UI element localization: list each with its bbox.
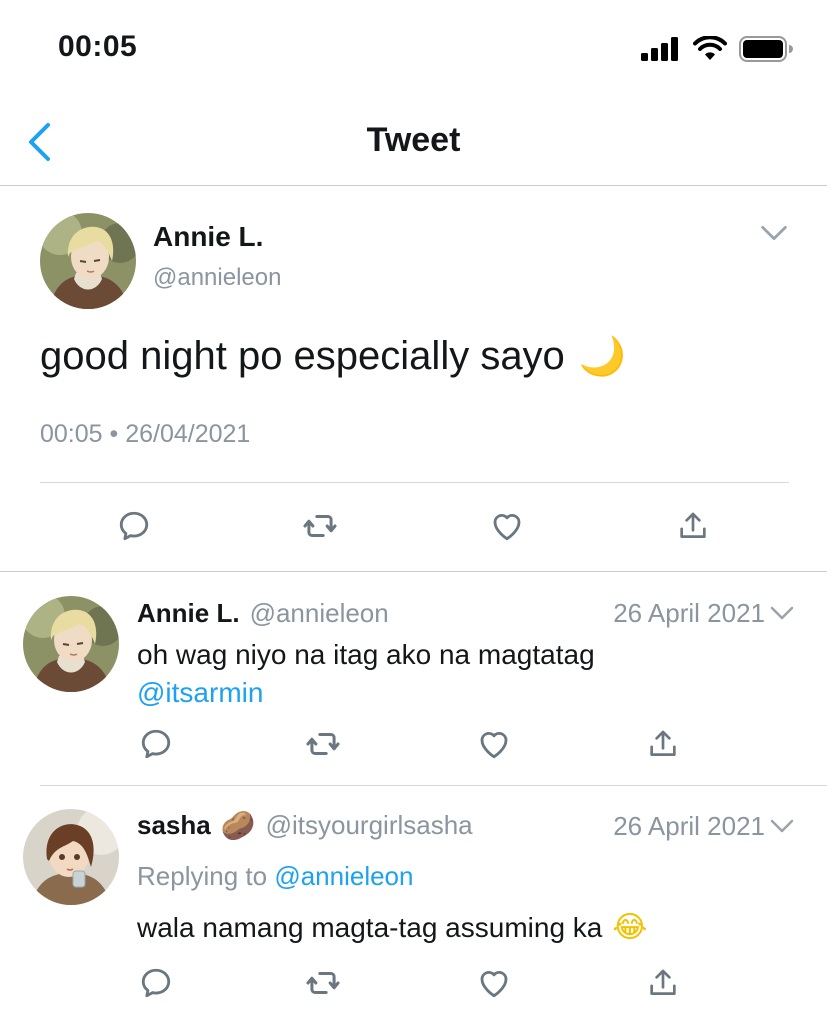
share-icon <box>646 966 680 1000</box>
reply-header: sasha 🥔 @itsyourgirlsasha <box>137 809 473 842</box>
reply-date: 26 April 2021 <box>613 811 765 841</box>
reply-button[interactable] <box>134 961 178 1005</box>
nav-bar: Tweet <box>0 100 827 186</box>
moon-emoji: 🌙 <box>578 335 627 378</box>
author-name[interactable]: Annie L. <box>137 598 240 629</box>
reply-button[interactable] <box>134 722 178 766</box>
like-button[interactable] <box>472 722 516 766</box>
heart-icon <box>489 508 525 544</box>
tweet-actions <box>0 961 827 1007</box>
author-name[interactable]: sasha <box>137 810 211 841</box>
tweet-actions <box>0 504 827 550</box>
heart-icon <box>476 965 512 1001</box>
signal-icon <box>641 37 678 61</box>
reply-tweet[interactable]: sasha 🥔 @itsyourgirlsasha 26 April 2021 … <box>0 785 827 1016</box>
battery-icon <box>739 36 793 62</box>
reply-date: 26 April 2021 <box>613 598 765 628</box>
tweet-text: good night po especially sayo 🌙 <box>40 334 626 379</box>
retweet-icon <box>304 964 342 1002</box>
comment-icon <box>138 726 174 762</box>
avatar[interactable] <box>40 213 136 309</box>
chevron-down-icon <box>757 216 791 250</box>
tweet-actions <box>0 722 827 768</box>
retweet-icon <box>304 725 342 763</box>
author-handle[interactable]: @annieleon <box>153 264 281 292</box>
reply-header: Annie L. @annieleon <box>137 598 389 629</box>
author-handle[interactable]: @annieleon <box>250 598 389 629</box>
wifi-icon <box>693 36 727 60</box>
retweet-button[interactable] <box>298 504 342 548</box>
reply-tweet[interactable]: Annie L. @annieleon 26 April 2021 oh wag… <box>0 572 827 785</box>
share-button[interactable] <box>671 504 715 548</box>
share-icon <box>676 509 710 543</box>
share-button[interactable] <box>641 722 685 766</box>
retweet-button[interactable] <box>301 722 345 766</box>
reply-text-body: wala namang magta-tag assuming ka <box>137 912 603 943</box>
laughing-emoji: 😂 <box>612 911 648 944</box>
reply-text: wala namang magta-tag assuming ka 😂 <box>137 909 647 947</box>
mention-link[interactable]: @annieleon <box>274 861 413 891</box>
divider <box>40 482 789 483</box>
share-button[interactable] <box>641 961 685 1005</box>
tweet-menu-button[interactable] <box>757 216 791 255</box>
status-icons <box>641 36 793 62</box>
page-title: Tweet <box>366 121 461 159</box>
status-bar: 00:05 <box>0 0 827 100</box>
main-tweet: Annie L. @annieleon good night po especi… <box>0 186 827 572</box>
heart-icon <box>476 726 512 762</box>
author-name[interactable]: Annie L. <box>153 221 263 253</box>
comment-icon <box>138 965 174 1001</box>
retweet-button[interactable] <box>301 961 345 1005</box>
status-time: 00:05 <box>58 30 138 63</box>
replying-to: Replying to @annieleon <box>137 861 413 892</box>
retweet-icon <box>301 507 339 545</box>
like-button[interactable] <box>472 961 516 1005</box>
share-icon <box>646 727 680 761</box>
avatar[interactable] <box>23 596 119 692</box>
potato-emoji: 🥔 <box>220 810 256 841</box>
tweet-menu-button[interactable] <box>767 598 797 633</box>
chevron-down-icon <box>767 598 797 628</box>
reply-button[interactable] <box>112 504 156 548</box>
avatar[interactable] <box>23 809 119 905</box>
like-button[interactable] <box>485 504 529 548</box>
tweet-text-body: good night po especially sayo <box>40 334 565 378</box>
reply-text: oh wag niyo na itag ako na magtatag @its… <box>137 636 595 712</box>
comment-icon <box>116 508 152 544</box>
mention-link[interactable]: @itsarmin <box>137 674 595 712</box>
replying-label: Replying to <box>137 861 268 891</box>
chevron-down-icon <box>767 811 797 841</box>
tweet-timestamp: 00:05 • 26/04/2021 <box>40 420 251 448</box>
author-handle[interactable]: @itsyourgirlsasha <box>266 810 473 841</box>
tweet-menu-button[interactable] <box>767 811 797 846</box>
reply-text-body: oh wag niyo na itag ako na magtatag <box>137 639 595 670</box>
